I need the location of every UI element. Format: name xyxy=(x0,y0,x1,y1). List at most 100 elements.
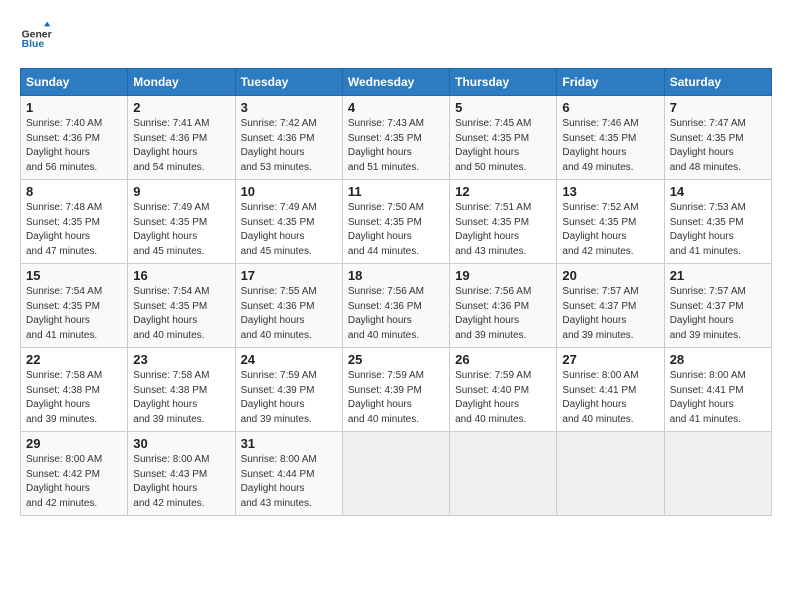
day-number: 30 xyxy=(133,436,229,451)
svg-text:Blue: Blue xyxy=(22,39,45,50)
weekday-header-saturday: Saturday xyxy=(664,69,771,96)
calendar-cell: 15 Sunrise: 7:54 AMSunset: 4:35 PMDayligh… xyxy=(21,264,128,348)
weekday-header-tuesday: Tuesday xyxy=(235,69,342,96)
day-number: 29 xyxy=(26,436,122,451)
day-detail: Sunrise: 7:59 AMSunset: 4:39 PMDaylight … xyxy=(241,369,337,427)
day-number: 5 xyxy=(455,100,551,115)
day-detail: Sunrise: 7:45 AMSunset: 4:35 PMDaylight … xyxy=(455,117,551,175)
calendar-cell: 1 Sunrise: 7:40 AMSunset: 4:36 PMDaylight… xyxy=(21,96,128,180)
calendar-week-row: 22 Sunrise: 7:58 AMSunset: 4:38 PMDayligh… xyxy=(21,348,772,432)
calendar-cell: 24 Sunrise: 7:59 AMSunset: 4:39 PMDayligh… xyxy=(235,348,342,432)
calendar-cell: 6 Sunrise: 7:46 AMSunset: 4:35 PMDaylight… xyxy=(557,96,664,180)
day-detail: Sunrise: 8:00 AMSunset: 4:41 PMDaylight … xyxy=(670,369,766,427)
day-number: 20 xyxy=(562,268,658,283)
day-number: 2 xyxy=(133,100,229,115)
calendar-cell: 16 Sunrise: 7:54 AMSunset: 4:35 PMDayligh… xyxy=(128,264,235,348)
day-detail: Sunrise: 7:50 AMSunset: 4:35 PMDaylight … xyxy=(348,201,444,259)
day-detail: Sunrise: 7:40 AMSunset: 4:36 PMDaylight … xyxy=(26,117,122,175)
day-detail: Sunrise: 7:56 AMSunset: 4:36 PMDaylight … xyxy=(348,285,444,343)
calendar-cell: 9Sunrise: 7:49 AMSunset: 4:35 PMDaylight… xyxy=(128,180,235,264)
day-detail: Sunrise: 7:55 AMSunset: 4:36 PMDaylight … xyxy=(241,285,337,343)
calendar-cell: 11 Sunrise: 7:50 AMSunset: 4:35 PMDayligh… xyxy=(342,180,449,264)
day-number: 17 xyxy=(241,268,337,283)
calendar-cell: 25 Sunrise: 7:59 AMSunset: 4:39 PMDayligh… xyxy=(342,348,449,432)
day-detail: Sunrise: 7:42 AMSunset: 4:36 PMDaylight … xyxy=(241,117,337,175)
day-number: 14 xyxy=(670,184,766,199)
calendar-cell: 4 Sunrise: 7:43 AMSunset: 4:35 PMDaylight… xyxy=(342,96,449,180)
day-number: 21 xyxy=(670,268,766,283)
day-detail: Sunrise: 7:41 AMSunset: 4:36 PMDaylight … xyxy=(133,117,229,175)
calendar-cell: 23 Sunrise: 7:58 AMSunset: 4:38 PMDayligh… xyxy=(128,348,235,432)
day-number: 11 xyxy=(348,184,444,199)
day-detail: Sunrise: 8:00 AMSunset: 4:43 PMDaylight … xyxy=(133,453,229,511)
day-number: 12 xyxy=(455,184,551,199)
day-detail: Sunrise: 8:00 AMSunset: 4:41 PMDaylight … xyxy=(562,369,658,427)
day-detail: Sunrise: 7:58 AMSunset: 4:38 PMDaylight … xyxy=(133,369,229,427)
calendar-cell xyxy=(450,432,557,516)
day-number: 6 xyxy=(562,100,658,115)
day-number: 18 xyxy=(348,268,444,283)
calendar-cell: 28 Sunrise: 8:00 AMSunset: 4:41 PMDayligh… xyxy=(664,348,771,432)
calendar-table: SundayMondayTuesdayWednesdayThursdayFrid… xyxy=(20,68,772,516)
day-number: 1 xyxy=(26,100,122,115)
day-number: 23 xyxy=(133,352,229,367)
day-detail: Sunrise: 7:48 AMSunset: 4:35 PMDaylight … xyxy=(26,201,122,259)
calendar-cell: 22 Sunrise: 7:58 AMSunset: 4:38 PMDayligh… xyxy=(21,348,128,432)
day-number: 31 xyxy=(241,436,337,451)
calendar-cell xyxy=(664,432,771,516)
day-detail: Sunrise: 7:59 AMSunset: 4:40 PMDaylight … xyxy=(455,369,551,427)
calendar-week-row: 8 Sunrise: 7:48 AMSunset: 4:35 PMDaylight… xyxy=(21,180,772,264)
calendar-cell: 20 Sunrise: 7:57 AMSunset: 4:37 PMDayligh… xyxy=(557,264,664,348)
calendar-cell: 21 Sunrise: 7:57 AMSunset: 4:37 PMDayligh… xyxy=(664,264,771,348)
day-number: 26 xyxy=(455,352,551,367)
day-detail: Sunrise: 7:59 AMSunset: 4:39 PMDaylight … xyxy=(348,369,444,427)
calendar-week-row: 15 Sunrise: 7:54 AMSunset: 4:35 PMDayligh… xyxy=(21,264,772,348)
calendar-week-row: 29 Sunrise: 8:00 AMSunset: 4:42 PMDayligh… xyxy=(21,432,772,516)
day-number: 28 xyxy=(670,352,766,367)
day-detail: Sunrise: 7:54 AMSunset: 4:35 PMDaylight … xyxy=(133,285,229,343)
logo: General Blue xyxy=(20,20,52,52)
day-number: 15 xyxy=(26,268,122,283)
calendar-cell: 14 Sunrise: 7:53 AMSunset: 4:35 PMDayligh… xyxy=(664,180,771,264)
day-detail: Sunrise: 7:47 AMSunset: 4:35 PMDaylight … xyxy=(670,117,766,175)
calendar-cell: 29 Sunrise: 8:00 AMSunset: 4:42 PMDayligh… xyxy=(21,432,128,516)
day-detail: Sunrise: 7:51 AMSunset: 4:35 PMDaylight … xyxy=(455,201,551,259)
weekday-header-monday: Monday xyxy=(128,69,235,96)
calendar-cell: 30 Sunrise: 8:00 AMSunset: 4:43 PMDayligh… xyxy=(128,432,235,516)
day-number: 10 xyxy=(241,184,337,199)
day-number: 22 xyxy=(26,352,122,367)
day-detail: Sunrise: 7:53 AMSunset: 4:35 PMDaylight … xyxy=(670,201,766,259)
weekday-header-thursday: Thursday xyxy=(450,69,557,96)
calendar-week-row: 1 Sunrise: 7:40 AMSunset: 4:36 PMDaylight… xyxy=(21,96,772,180)
page-header: General Blue xyxy=(20,20,772,52)
day-number: 4 xyxy=(348,100,444,115)
day-detail: Sunrise: 7:49 AMSunset: 4:35 PMDaylight … xyxy=(241,201,337,259)
day-number: 25 xyxy=(348,352,444,367)
weekday-header-sunday: Sunday xyxy=(21,69,128,96)
day-number: 19 xyxy=(455,268,551,283)
calendar-cell: 12 Sunrise: 7:51 AMSunset: 4:35 PMDayligh… xyxy=(450,180,557,264)
day-number: 27 xyxy=(562,352,658,367)
day-number: 24 xyxy=(241,352,337,367)
day-number: 9 xyxy=(133,184,229,199)
calendar-cell: 3Sunrise: 7:42 AMSunset: 4:36 PMDaylight… xyxy=(235,96,342,180)
calendar-cell: 7 Sunrise: 7:47 AMSunset: 4:35 PMDaylight… xyxy=(664,96,771,180)
day-number: 16 xyxy=(133,268,229,283)
calendar-cell: 26 Sunrise: 7:59 AMSunset: 4:40 PMDayligh… xyxy=(450,348,557,432)
calendar-cell xyxy=(342,432,449,516)
calendar-cell: 31Sunrise: 8:00 AMSunset: 4:44 PMDayligh… xyxy=(235,432,342,516)
day-number: 8 xyxy=(26,184,122,199)
day-detail: Sunrise: 7:54 AMSunset: 4:35 PMDaylight … xyxy=(26,285,122,343)
day-detail: Sunrise: 7:57 AMSunset: 4:37 PMDaylight … xyxy=(562,285,658,343)
day-detail: Sunrise: 7:43 AMSunset: 4:35 PMDaylight … xyxy=(348,117,444,175)
calendar-cell: 5 Sunrise: 7:45 AMSunset: 4:35 PMDaylight… xyxy=(450,96,557,180)
calendar-cell: 17 Sunrise: 7:55 AMSunset: 4:36 PMDayligh… xyxy=(235,264,342,348)
day-detail: Sunrise: 7:52 AMSunset: 4:35 PMDaylight … xyxy=(562,201,658,259)
day-detail: Sunrise: 7:57 AMSunset: 4:37 PMDaylight … xyxy=(670,285,766,343)
calendar-cell: 19Sunrise: 7:56 AMSunset: 4:36 PMDayligh… xyxy=(450,264,557,348)
day-number: 7 xyxy=(670,100,766,115)
day-detail: Sunrise: 7:58 AMSunset: 4:38 PMDaylight … xyxy=(26,369,122,427)
day-detail: Sunrise: 7:46 AMSunset: 4:35 PMDaylight … xyxy=(562,117,658,175)
day-detail: Sunrise: 8:00 AMSunset: 4:42 PMDaylight … xyxy=(26,453,122,511)
weekday-header-friday: Friday xyxy=(557,69,664,96)
